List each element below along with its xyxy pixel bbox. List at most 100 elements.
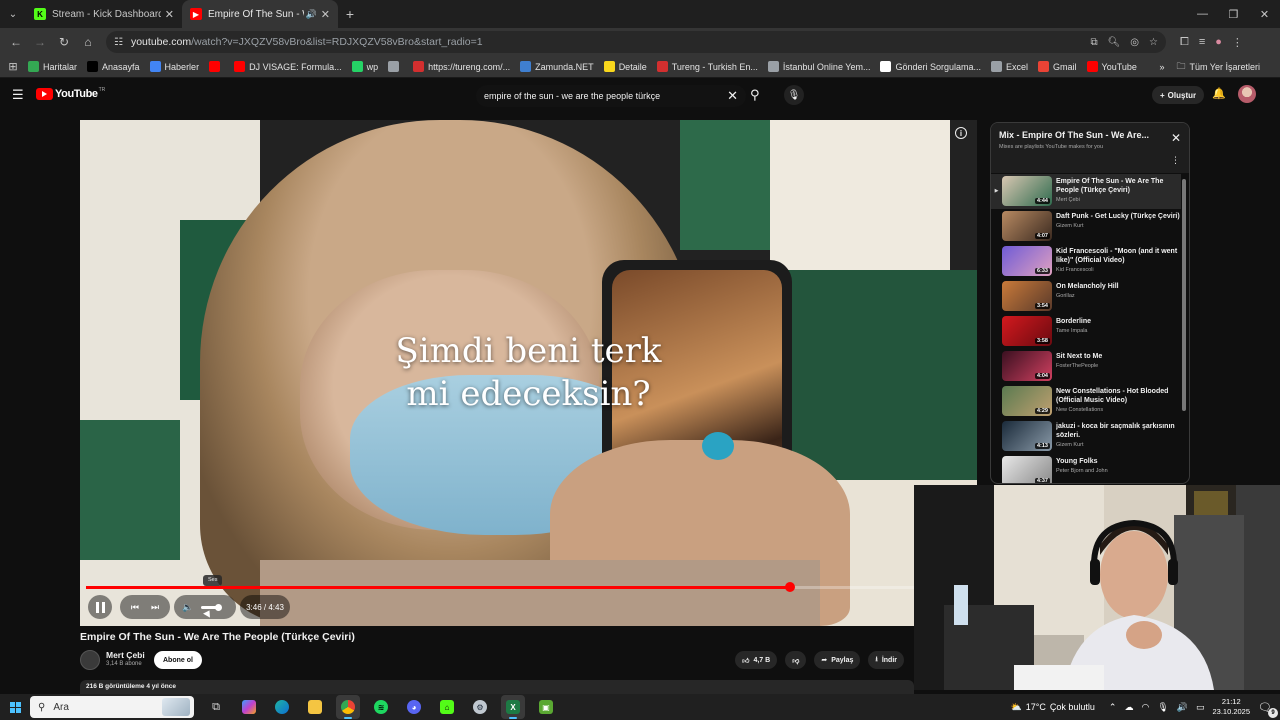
volume-icon[interactable]: 🔈 <box>182 602 193 613</box>
playlist-item[interactable]: ▶ 4:44 Empire Of The Sun - We Are The Peop… <box>991 174 1181 209</box>
kick-app-icon[interactable]: ⌂ <box>435 695 459 719</box>
bookmark-item[interactable]: Detaile <box>603 61 647 72</box>
close-icon[interactable]: ✕ <box>1171 131 1181 145</box>
media-queue-icon[interactable]: ≡ <box>1199 36 1205 49</box>
close-window-icon[interactable]: ✕ <box>1249 8 1280 21</box>
chevron-up-icon[interactable]: ⌃ <box>1109 702 1117 713</box>
browser-menu-icon[interactable]: ⋮ <box>1232 36 1243 49</box>
search-input[interactable]: empire of the sun - we are the people tü… <box>476 85 746 107</box>
microphone-icon[interactable]: 🎙 <box>784 85 804 105</box>
progress-bar[interactable] <box>86 582 966 592</box>
scrubber-handle[interactable] <box>785 582 795 592</box>
zoom-icon[interactable]: 🔍︎ <box>1108 37 1121 48</box>
battery-icon[interactable]: ▭ <box>1196 702 1205 713</box>
notification-center-icon[interactable]: 🗨 9 <box>1258 701 1278 718</box>
back-arrow-icon[interactable]: ← <box>4 35 28 49</box>
search-icon[interactable]: ⚲ <box>750 87 760 103</box>
description-box[interactable]: 216 B görüntüleme 4 yıl önce <box>80 680 914 694</box>
tab-audio-speaker-icon[interactable]: 🔊 <box>306 9 317 20</box>
playlist-item[interactable]: 3:58 Borderline Tame Impala <box>991 314 1181 349</box>
spotify-icon[interactable]: ≋ <box>369 695 393 719</box>
new-tab-button[interactable]: + <box>338 6 362 22</box>
start-button[interactable] <box>0 701 30 713</box>
install-app-icon[interactable]: ⧉ <box>1090 37 1097 48</box>
restore-icon[interactable]: ❐ <box>1218 8 1249 21</box>
tab-search-chevron-icon[interactable]: ⌄ <box>0 0 26 28</box>
tab-youtube-video[interactable]: ▶ Empire Of The Sun - We Are 🔊 ✕ <box>182 0 338 28</box>
apps-grid-icon[interactable]: ⊞ <box>0 60 26 73</box>
speaker-icon[interactable]: 🔊 <box>1177 702 1188 713</box>
playlist-item[interactable]: 3:54 On Melancholy Hill Gorillaz <box>991 279 1181 314</box>
discord-icon[interactable]: ◕ <box>402 695 426 719</box>
bookmark-star-icon[interactable]: ☆ <box>1149 37 1158 48</box>
file-explorer-icon[interactable] <box>303 695 327 719</box>
close-tab-icon[interactable]: ✕ <box>321 8 330 21</box>
site-info-icon[interactable]: ☷ <box>114 37 123 48</box>
pause-button[interactable] <box>88 595 112 619</box>
bookmark-item[interactable]: Excel <box>991 61 1028 72</box>
all-bookmarks-folder[interactable]: 🗀 Tüm Yer İşaretleri <box>1176 59 1260 75</box>
tab-kick-dashboard[interactable]: K Stream - Kick Dashboard ✕ <box>26 0 182 28</box>
eye-slash-icon[interactable]: ◎ <box>1130 37 1139 48</box>
forward-arrow-icon[interactable]: → <box>28 35 52 49</box>
like-button[interactable]: 👍︎ 4,7 B <box>735 651 778 669</box>
address-bar[interactable]: ☷ youtube.com/watch?v=JXQZV58vBro&list=R… <box>106 31 1166 53</box>
bookmark-item[interactable]: https://tureng.com/... <box>413 61 510 72</box>
dislike-button[interactable]: 👎︎ <box>785 651 807 669</box>
close-tab-icon[interactable]: ✕ <box>165 8 174 21</box>
subscribe-button[interactable]: Abone ol <box>154 651 202 669</box>
bookmark-item[interactable]: Haritalar <box>28 61 77 72</box>
playlist-item[interactable]: 6:33 Kid Francescoli - "Moon (and it went… <box>991 244 1181 279</box>
weather-widget[interactable]: ⛅ 17°C Çok bulutlu <box>1011 702 1095 713</box>
bookmark-item[interactable]: wp <box>351 61 378 72</box>
taskbar-search[interactable]: ⚲ Ara <box>30 696 194 718</box>
bookmark-item[interactable]: Anasayfa <box>87 61 140 72</box>
volume-control[interactable]: 🔈 <box>174 595 236 619</box>
onedrive-icon[interactable]: ☁ <box>1124 702 1133 713</box>
chrome-icon[interactable] <box>336 695 360 719</box>
notifications-bell-icon[interactable]: 🔔 <box>1212 87 1226 100</box>
edge-icon[interactable] <box>270 695 294 719</box>
bookmark-item[interactable]: Haberler <box>149 61 199 72</box>
reload-icon[interactable]: ↻ <box>52 35 76 49</box>
bookmark-item[interactable]: YouTube <box>1086 61 1137 72</box>
bookmark-item[interactable]: Zamunda.NET <box>520 61 594 72</box>
bookmark-item[interactable]: İstanbul Online Yem... <box>767 61 870 72</box>
copilot-icon[interactable] <box>237 695 261 719</box>
bookmark-item[interactable] <box>209 61 224 72</box>
minecraft-icon[interactable]: ▣ <box>534 695 558 719</box>
more-bookmarks-chevron-icon[interactable]: » <box>1159 62 1164 72</box>
download-button[interactable]: ⭳ İndir <box>868 651 904 669</box>
channel-avatar[interactable] <box>80 650 100 670</box>
volume-slider[interactable] <box>201 603 223 611</box>
wifi-icon[interactable]: ◠ <box>1141 702 1149 713</box>
info-icon[interactable]: i <box>955 127 967 139</box>
next-icon[interactable]: ⏭ <box>151 602 159 613</box>
create-button[interactable]: + Oluştur <box>1152 86 1205 104</box>
previous-icon[interactable]: ⏮ <box>131 602 139 613</box>
playlist-scrollbar[interactable] <box>1182 179 1186 411</box>
playlist-item[interactable]: 4:13 jakuzi - koca bir saçmalık şarkısını… <box>991 419 1181 454</box>
channel-name[interactable]: Mert Çebi <box>106 650 145 660</box>
hamburger-menu-icon[interactable]: ☰ <box>12 87 24 103</box>
more-vert-icon[interactable]: ⋮ <box>1171 155 1180 166</box>
bookmark-item[interactable]: Gmail <box>1038 61 1077 72</box>
playlist-item[interactable]: 4:07 Daft Punk - Get Lucky (Türkçe Çeviri… <box>991 209 1181 244</box>
home-icon[interactable]: ⌂ <box>76 35 100 49</box>
playlist-item[interactable]: 4:04 Sit Next to Me FosterThePeople <box>991 349 1181 384</box>
bookmark-item[interactable]: DJ VISAGE: Formula... <box>234 61 342 72</box>
steam-icon[interactable]: ⚙ <box>468 695 492 719</box>
clock[interactable]: 21:12 23.10.2025 <box>1212 697 1250 717</box>
playlist-title[interactable]: Mix - Empire Of The Sun - We Are... <box>999 130 1149 140</box>
account-avatar[interactable] <box>1238 85 1256 103</box>
video-player[interactable]: i Şimdi beni terk mi edeceksin? Ses ⏮ ⏭ … <box>80 120 977 626</box>
bookmark-item[interactable]: Gönderi Sorgulama... <box>880 61 981 72</box>
microphone-icon[interactable]: 🎙 <box>1157 702 1168 713</box>
profile-icon[interactable]: ● <box>1215 36 1222 49</box>
bookmark-item[interactable]: Tureng - Turkish En... <box>656 61 758 72</box>
playlist-item[interactable]: 4:29 New Constellations - Hot Blooded (Of… <box>991 384 1181 419</box>
excel-icon[interactable]: X <box>501 695 525 719</box>
share-button[interactable]: ➦ Paylaş <box>814 651 861 669</box>
task-view-icon[interactable]: ⧉ <box>204 695 228 719</box>
extensions-icon[interactable]: ⧠ <box>1180 36 1189 49</box>
